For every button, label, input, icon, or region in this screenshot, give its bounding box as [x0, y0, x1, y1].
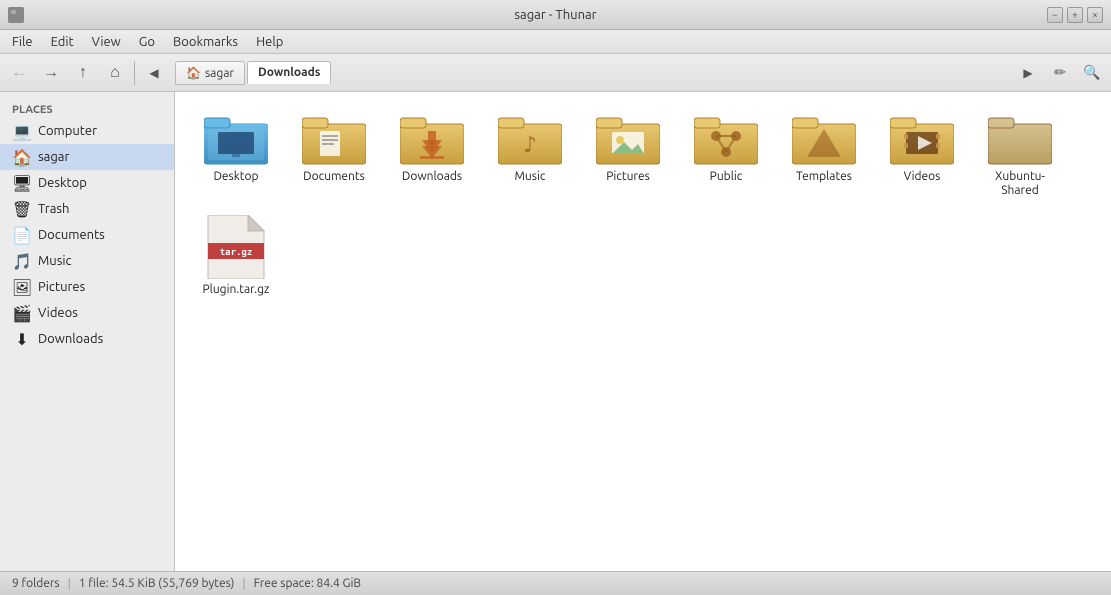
sidebar-item-label: Documents — [38, 228, 105, 242]
sidebar-item-downloads[interactable]: ⬇ Downloads — [0, 326, 174, 352]
sidebar-item-label: Trash — [38, 202, 69, 216]
sidebar-item-sagar[interactable]: 🏠 sagar — [0, 144, 174, 170]
sidebar-item-label: Computer — [38, 124, 97, 138]
addressbar: 🏠sagar Downloads — [175, 61, 1007, 85]
file-item-plugin-targz[interactable]: tar.gz Plugin.tar.gz — [191, 211, 281, 301]
status-free-space: Free space: 84.4 GiB — [254, 577, 361, 590]
sidebar-item-music[interactable]: 🎵 Music — [0, 248, 174, 274]
menu-edit[interactable]: Edit — [43, 33, 82, 51]
minimize-button[interactable]: − — [1047, 7, 1063, 23]
status-sep2: | — [242, 577, 245, 590]
addr-downloads-tab[interactable]: Downloads — [247, 61, 332, 84]
file-item-xubuntu-shared[interactable]: Xubuntu-Shared — [975, 108, 1065, 203]
titlebar: sagar - Thunar − + × — [0, 0, 1111, 30]
status-file-info: 1 file: 54.5 KiB (55,769 bytes) — [79, 577, 235, 590]
statusbar: 9 folders | 1 file: 54.5 KiB (55,769 byt… — [0, 571, 1111, 595]
file-label: Xubuntu-Shared — [979, 170, 1061, 199]
pictures-folder-icon — [596, 112, 660, 166]
sidebar-item-desktop[interactable]: 🖥 Desktop — [0, 170, 174, 196]
file-label: Music — [515, 170, 546, 184]
file-label: Videos — [904, 170, 941, 184]
sidebar-item-label: Videos — [38, 306, 78, 320]
toolbar: ← → ↑ ⌂ ◀ 🏠sagar Downloads ▶ ✏ 🔍 — [0, 54, 1111, 92]
desktop-icon: 🖥 — [12, 173, 32, 193]
file-item-desktop[interactable]: Desktop — [191, 108, 281, 203]
forward-button[interactable]: → — [36, 58, 66, 88]
music-folder-icon: ♪ — [498, 112, 562, 166]
menu-view[interactable]: View — [84, 33, 129, 51]
menu-bookmarks[interactable]: Bookmarks — [165, 33, 246, 51]
svg-text:♪: ♪ — [523, 132, 537, 157]
file-label: Public — [710, 170, 743, 184]
sidebar: Places 💻 Computer 🏠 sagar 🖥 Desktop 🗑 Tr… — [0, 92, 175, 571]
main-layout: Places 💻 Computer 🏠 sagar 🖥 Desktop 🗑 Tr… — [0, 92, 1111, 571]
edit-location-button[interactable]: ✏ — [1045, 58, 1075, 88]
targz-file-icon: tar.gz — [204, 215, 268, 279]
menu-help[interactable]: Help — [248, 33, 291, 51]
desktop-folder-icon — [204, 112, 268, 166]
documents-icon: 📄 — [12, 225, 32, 245]
close-button[interactable]: × — [1087, 7, 1103, 23]
status-folders: 9 folders — [12, 577, 60, 590]
menu-go[interactable]: Go — [131, 33, 163, 51]
up-button[interactable]: ↑ — [68, 58, 98, 88]
videos-folder-icon — [890, 112, 954, 166]
file-item-music[interactable]: ♪ Music — [485, 108, 575, 203]
videos-icon: 🎬 — [12, 303, 32, 323]
right-nav-button[interactable]: ▶ — [1013, 58, 1043, 88]
trash-icon: 🗑 — [12, 199, 32, 219]
status-sep1: | — [68, 577, 71, 590]
downloads-folder-icon — [400, 112, 464, 166]
sidebar-item-label: sagar — [38, 150, 69, 164]
window-title: sagar - Thunar — [514, 8, 596, 22]
file-item-documents[interactable]: Documents — [289, 108, 379, 203]
file-label: Downloads — [402, 170, 462, 184]
templates-folder-icon — [792, 112, 856, 166]
sidebar-item-videos[interactable]: 🎬 Videos — [0, 300, 174, 326]
file-item-downloads[interactable]: Downloads — [387, 108, 477, 203]
file-label: Desktop — [213, 170, 258, 184]
pictures-icon: 🖼 — [12, 277, 32, 297]
back-button[interactable]: ← — [4, 58, 34, 88]
file-item-templates[interactable]: Templates — [779, 108, 869, 203]
window-controls: − + × — [1047, 7, 1103, 23]
file-item-videos[interactable]: Videos — [877, 108, 967, 203]
places-label: Places — [0, 100, 174, 118]
sidebar-item-trash[interactable]: 🗑 Trash — [0, 196, 174, 222]
sidebar-item-label: Downloads — [38, 332, 103, 346]
file-area: Desktop Documents — [175, 92, 1111, 571]
toolbar-separator — [134, 61, 135, 85]
file-label: Plugin.tar.gz — [203, 283, 270, 297]
documents-folder-icon — [302, 112, 366, 166]
file-label: Templates — [796, 170, 852, 184]
sidebar-item-label: Desktop — [38, 176, 87, 190]
menu-file[interactable]: File — [4, 33, 41, 51]
home-icon: 🏠 — [12, 147, 32, 167]
home-button[interactable]: ⌂ — [100, 58, 130, 88]
maximize-button[interactable]: + — [1067, 7, 1083, 23]
search-button[interactable]: 🔍 — [1077, 58, 1107, 88]
music-icon: 🎵 — [12, 251, 32, 271]
sidebar-item-pictures[interactable]: 🖼 Pictures — [0, 274, 174, 300]
sidebar-item-label: Pictures — [38, 280, 85, 294]
file-label: Pictures — [606, 170, 650, 184]
app-icon — [8, 7, 24, 23]
file-item-pictures[interactable]: Pictures — [583, 108, 673, 203]
file-item-public[interactable]: Public — [681, 108, 771, 203]
sidebar-item-computer[interactable]: 💻 Computer — [0, 118, 174, 144]
xubuntu-folder-icon — [988, 112, 1052, 166]
downloads-icon: ⬇ — [12, 329, 32, 349]
sidebar-item-documents[interactable]: 📄 Documents — [0, 222, 174, 248]
computer-icon: 💻 — [12, 121, 32, 141]
svg-text:tar.gz: tar.gz — [220, 248, 253, 258]
addr-home-tab[interactable]: 🏠sagar — [175, 61, 245, 85]
left-nav-button[interactable]: ◀ — [139, 58, 169, 88]
menubar: File Edit View Go Bookmarks Help — [0, 30, 1111, 54]
sidebar-item-label: Music — [38, 254, 72, 268]
public-folder-icon — [694, 112, 758, 166]
file-label: Documents — [303, 170, 365, 184]
